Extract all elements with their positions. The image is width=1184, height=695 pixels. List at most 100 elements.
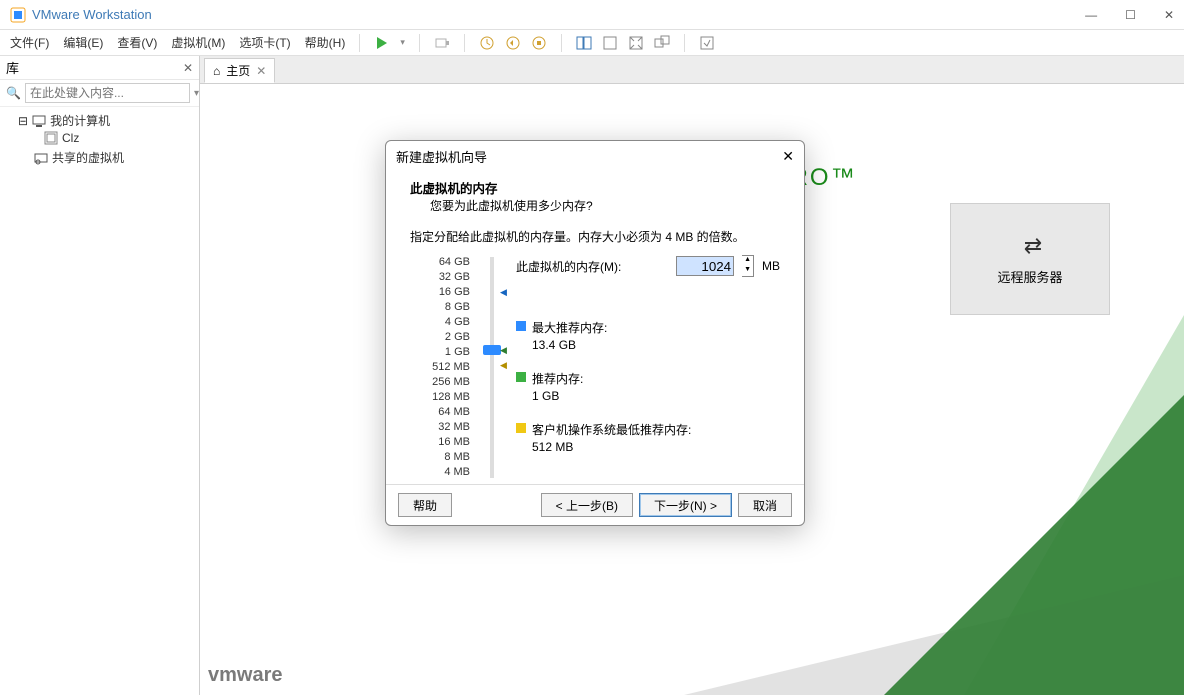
app-title: VMware Workstation <box>32 7 1085 22</box>
titlebar: VMware Workstation — ☐ ✕ <box>0 0 1184 30</box>
separator <box>561 34 562 52</box>
tile-remote-server[interactable]: ⇄ 远程服务器 <box>950 203 1110 315</box>
sidebar-tree: ⊟ 我的计算机 Clz 共享的虚拟机 <box>0 107 199 171</box>
minimize-button[interactable]: — <box>1085 8 1097 22</box>
view-console-icon[interactable] <box>576 35 592 51</box>
sidebar-close-icon[interactable]: ✕ <box>183 61 193 75</box>
computer-icon <box>32 114 46 128</box>
search-icon: 🔍 <box>6 86 21 100</box>
memory-unit: MB <box>762 259 780 273</box>
vm-icon <box>44 131 58 145</box>
menu-file[interactable]: 文件(F) <box>10 34 49 51</box>
view-single-icon[interactable] <box>602 35 618 51</box>
tree-label: 我的计算机 <box>50 112 110 129</box>
manage-snapshot-icon[interactable] <box>531 35 547 51</box>
vmware-logo: vmware <box>208 664 283 687</box>
scale-tick: 64 MB <box>410 405 470 420</box>
dialog-new-vm-wizard: 新建虚拟机向导 ✕ 此虚拟机的内存 您要为此虚拟机使用多少内存? 指定分配给此虚… <box>385 140 805 526</box>
search-input[interactable] <box>25 83 190 103</box>
scale-tick: 32 MB <box>410 420 470 435</box>
memory-spinner[interactable]: ▲▼ <box>742 255 754 277</box>
scale-tick: 4 MB <box>410 465 470 480</box>
menubar: 文件(F) 编辑(E) 查看(V) 虚拟机(M) 选项卡(T) 帮助(H) ▾ <box>0 30 1184 56</box>
yellow-square-icon <box>516 423 526 433</box>
scale-tick: 128 MB <box>410 390 470 405</box>
maximize-button[interactable]: ☐ <box>1125 8 1136 22</box>
tabbar: ⌂ 主页 ✕ <box>200 56 1184 84</box>
menu-view[interactable]: 查看(V) <box>117 34 157 51</box>
hardware-icon[interactable] <box>699 35 715 51</box>
menu-vm[interactable]: 虚拟机(M) <box>171 34 225 51</box>
marker-max-icon: ◀ <box>500 287 507 298</box>
info-min-label: 客户机操作系统最低推荐内存: <box>532 421 691 438</box>
sidebar-search: 🔍 ▾ <box>0 80 199 107</box>
unity-icon[interactable] <box>654 35 670 51</box>
scale-tick: 16 GB <box>410 285 470 300</box>
scale-tick: 1 GB <box>410 345 470 360</box>
tree-collapse-icon[interactable]: ⊟ <box>18 114 28 128</box>
play-icon[interactable] <box>374 35 390 51</box>
fullscreen-icon[interactable] <box>628 35 644 51</box>
menu-tabs[interactable]: 选项卡(T) <box>239 34 290 51</box>
info-min-value: 512 MB <box>532 440 691 454</box>
close-button[interactable]: ✕ <box>1164 8 1174 22</box>
tree-node-clz[interactable]: Clz <box>4 130 195 146</box>
cancel-button[interactable]: 取消 <box>738 493 792 517</box>
menu-edit[interactable]: 编辑(E) <box>63 34 103 51</box>
scale-tick: 32 GB <box>410 270 470 285</box>
window-controls: — ☐ ✕ <box>1085 8 1174 22</box>
separator <box>419 34 420 52</box>
snapshot-icon[interactable] <box>479 35 495 51</box>
tab-close-icon[interactable]: ✕ <box>256 64 266 78</box>
tile-label: 远程服务器 <box>997 267 1062 286</box>
info-max-label: 最大推荐内存: <box>532 319 607 336</box>
menu-help[interactable]: 帮助(H) <box>305 34 346 51</box>
usb-icon[interactable] <box>434 35 450 51</box>
green-square-icon <box>516 372 526 382</box>
memory-info: 此虚拟机的内存(M): ▲▼ MB 最大推荐内存:13.4 GB 推荐内存:1 … <box>516 255 780 480</box>
separator <box>359 34 360 52</box>
scale-tick: 4 GB <box>410 315 470 330</box>
dialog-close-icon[interactable]: ✕ <box>782 148 794 165</box>
app-logo-icon <box>10 7 26 23</box>
slider-handle[interactable] <box>483 345 501 355</box>
memory-input[interactable] <box>676 256 734 276</box>
marker-rec-icon: ◀ <box>500 345 507 356</box>
separator <box>684 34 685 52</box>
memory-scale: 64 GB 32 GB 16 GB 8 GB 4 GB 2 GB 1 GB 51… <box>410 255 470 480</box>
dialog-heading: 此虚拟机的内存 <box>410 178 780 197</box>
sidebar-title: 库 <box>6 58 19 77</box>
dialog-footer: 帮助 < 上一步(B) 下一步(N) > 取消 <box>386 484 804 525</box>
dialog-desc: 指定分配给此虚拟机的内存量。内存大小必须为 4 MB 的倍数。 <box>410 228 780 245</box>
scale-tick: 8 MB <box>410 450 470 465</box>
info-max-value: 13.4 GB <box>532 338 607 352</box>
scale-tick: 64 GB <box>410 255 470 270</box>
separator <box>464 34 465 52</box>
marker-min-icon: ◀ <box>500 360 507 371</box>
tab-home[interactable]: ⌂ 主页 ✕ <box>204 58 275 83</box>
tree-label: 共享的虚拟机 <box>52 149 124 166</box>
next-button[interactable]: 下一步(N) > <box>639 493 732 517</box>
server-arrows-icon: ⇄ <box>1024 233 1036 259</box>
search-dropdown-icon[interactable]: ▾ <box>194 88 199 99</box>
tree-node-shared[interactable]: 共享的虚拟机 <box>4 148 195 167</box>
info-max: 最大推荐内存: 13.4 GB <box>516 319 780 352</box>
info-rec-value: 1 GB <box>532 389 583 403</box>
help-button[interactable]: 帮助 <box>398 493 452 517</box>
back-button[interactable]: < 上一步(B) <box>541 493 633 517</box>
dialog-title: 新建虚拟机向导 <box>396 147 487 166</box>
scale-tick: 16 MB <box>410 435 470 450</box>
scale-tick: 256 MB <box>410 375 470 390</box>
blue-square-icon <box>516 321 526 331</box>
scale-tick: 2 GB <box>410 330 470 345</box>
info-min: 客户机操作系统最低推荐内存: 512 MB <box>516 421 780 454</box>
memory-slider[interactable]: ◀ ◀ ◀ <box>480 255 506 480</box>
scale-tick: 512 MB <box>410 360 470 375</box>
tree-node-my-computer[interactable]: ⊟ 我的计算机 <box>4 111 195 130</box>
tab-label: 主页 <box>226 62 250 79</box>
info-rec: 推荐内存:1 GB <box>516 370 780 403</box>
revert-icon[interactable] <box>505 35 521 51</box>
decor-triangle <box>884 395 1184 695</box>
scale-tick: 8 GB <box>410 300 470 315</box>
play-dropdown-icon[interactable]: ▾ <box>400 37 405 48</box>
